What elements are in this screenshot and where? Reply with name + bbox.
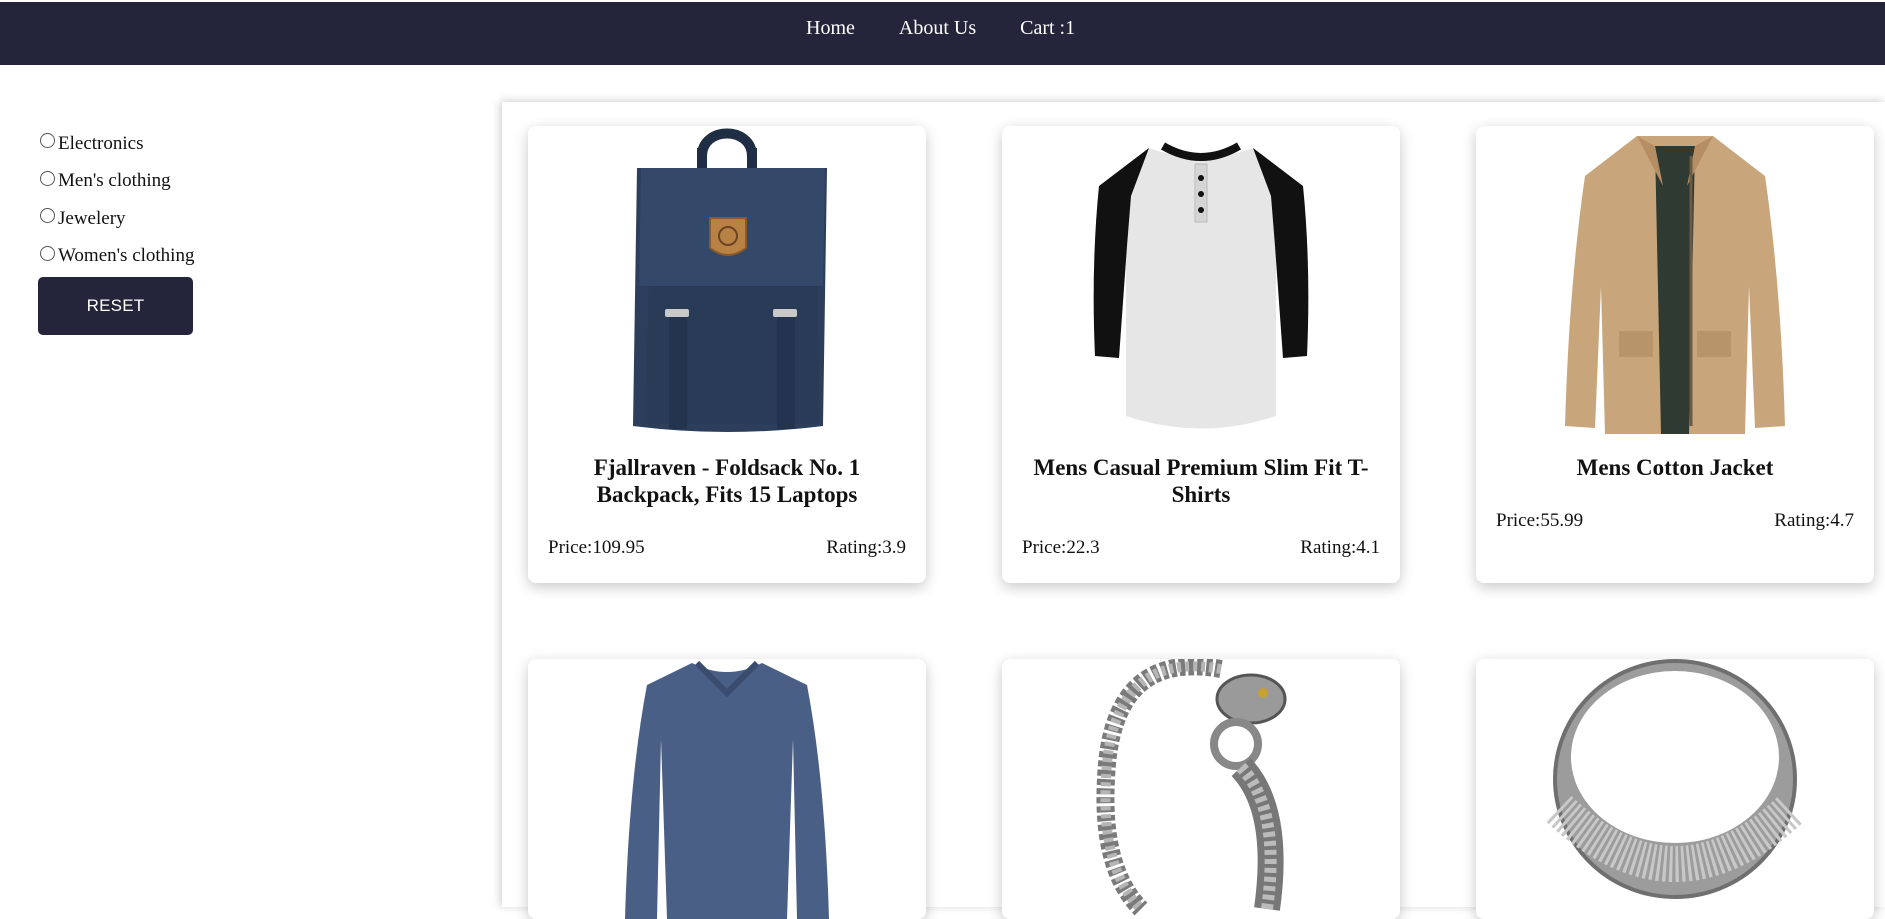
tshirt-image [1002,126,1400,441]
product-card[interactable]: Mens Casual Premium Slim Fit T-Shirts Pr… [1002,126,1400,583]
filter-label: Men's clothing [58,170,171,192]
product-card[interactable] [1002,659,1400,919]
backpack-image [528,126,926,441]
filter-label: Jewelery [58,207,126,229]
product-card[interactable] [1476,659,1874,919]
filter-label: Electronics [58,132,144,154]
product-title: Mens Cotton Jacket [1576,455,1774,480]
nav-about-link[interactable]: About Us [899,17,976,40]
radio-mens-clothing[interactable] [40,170,55,186]
product-rating: Rating:4.7 [1774,510,1854,531]
filter-mens-clothing[interactable]: Men's clothing [40,163,440,201]
products-grid: Fjallraven - Foldsack No. 1 Backpack, Fi… [502,102,1885,919]
product-card[interactable]: Mens Cotton Jacket Price:55.99 Rating:4.… [1476,126,1874,583]
nav-home-link[interactable]: Home [806,17,855,40]
nav-links: Home About Us Cart :1 [806,17,1075,40]
longsleeve-shirt-image [528,659,926,919]
product-rating: Rating:3.9 [826,537,906,558]
filter-label: Women's clothing [58,245,195,267]
filter-jewelery[interactable]: Jewelery [40,200,440,238]
ring-image [1476,659,1874,919]
product-title: Mens Casual Premium Slim Fit T-Shirts [1033,455,1369,507]
nav-cart-link[interactable]: Cart :1 [1020,17,1075,40]
product-price: Price:109.95 [548,537,645,558]
jacket-image [1476,126,1874,441]
filter-womens-clothing[interactable]: Women's clothing [40,238,440,276]
product-rating: Rating:4.1 [1300,537,1380,558]
product-card[interactable]: Fjallraven - Foldsack No. 1 Backpack, Fi… [528,126,926,583]
radio-womens-clothing[interactable] [40,245,55,261]
product-title: Fjallraven - Foldsack No. 1 Backpack, Fi… [593,455,861,507]
top-navbar: Home About Us Cart :1 [0,2,1885,65]
product-card[interactable] [528,659,926,919]
category-filter-sidebar: Electronics Men's clothing Jewelery Wome… [40,125,440,275]
reset-button[interactable]: RESET [38,277,193,335]
bracelet-image [1002,659,1400,919]
filter-electronics[interactable]: Electronics [40,125,440,163]
radio-electronics[interactable] [40,133,55,149]
product-price: Price:22.3 [1022,537,1100,558]
radio-jewelery[interactable] [40,208,55,224]
product-price: Price:55.99 [1496,510,1584,531]
